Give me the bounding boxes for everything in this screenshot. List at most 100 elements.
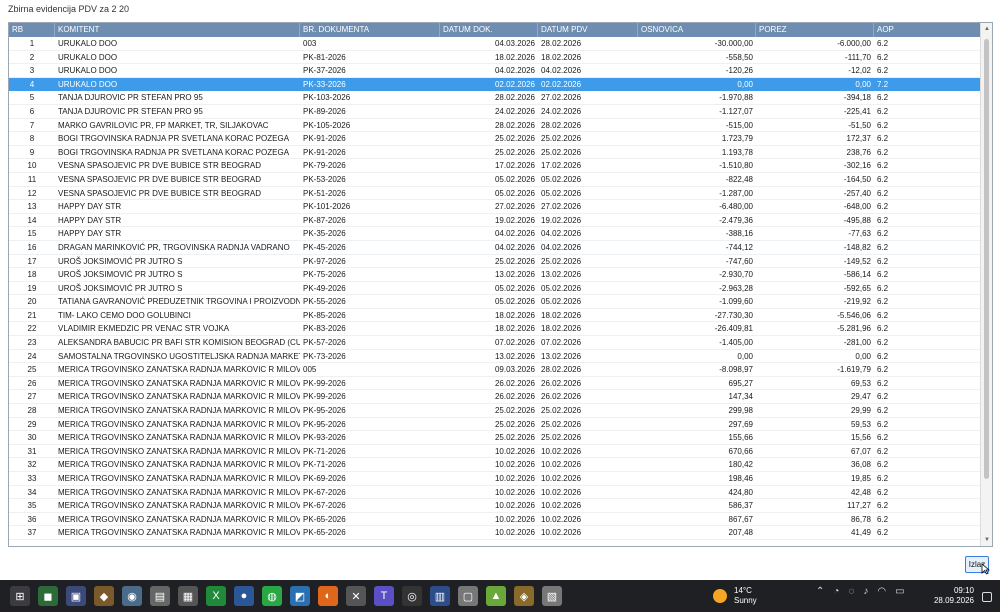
table-row[interactable]: 29 MERICA TRGOVINSKO ZANATSKA RADNJA MARK… [9,418,981,432]
table-row[interactable]: 37 MERICA TRGOVINSKO ZANATSKA RADNJA MARK… [9,526,981,540]
header-col-datum-dok[interactable]: DATUM DOK. [440,23,538,37]
header-col-osnovica[interactable]: OSNOVICA [638,23,756,37]
chevron-up-icon[interactable]: ⌃ [816,586,824,597]
header-col-aop[interactable]: AOP [874,23,981,37]
table-row[interactable]: 18 UROŠ JOKSIMOVIĆ PR JUTRO S PK-75-2026 13… [9,268,981,282]
scrollbar-thumb[interactable] [984,39,989,479]
app-icon-16[interactable]: ▢ [458,586,478,606]
app-icon-3[interactable]: ◆ [94,586,114,606]
cell-komitent: MERICA TRGOVINSKO ZANATSKA RADNJA MARKOV… [55,431,300,445]
app-tray-icon[interactable]: ◔ [833,586,839,597]
table-row[interactable]: 17 UROŠ JOKSIMOVIĆ PR JUTRO S PK-97-2026 25… [9,255,981,269]
cell-br-dokumenta: PK-81-2026 [300,51,440,65]
database-icon[interactable]: ◉ [122,586,142,606]
clock[interactable]: 09:10 28.09.2026 [930,586,974,606]
header-col-komitent[interactable]: KOMITENT [55,23,300,37]
table-row[interactable]: 8 BOGI TRGOVINSKA RADNJA PR SVETLANA KORA… [9,132,981,146]
table-row[interactable]: 4 URUKALO DOO PK-33-2026 02.02.2026 02.02.20… [9,77,981,92]
cell-datum-dok: 19.02.2026 [440,214,538,228]
notifications-icon[interactable] [982,592,992,602]
battery-icon[interactable]: ▭ [895,586,904,597]
table-row[interactable]: 19 UROŠ JOKSIMOVIĆ PR JUTRO S PK-49-2026 05… [9,282,981,296]
table-row[interactable]: 35 MERICA TRGOVINSKO ZANATSKA RADNJA MARK… [9,499,981,513]
cell-aop: 6.2 [874,146,981,160]
header-col-br-dokumenta[interactable]: BR. DOKUMENTA [300,23,440,37]
cell-osnovica: 299,98 [638,404,756,418]
app-icon-6[interactable]: ▦ [178,586,198,606]
app-icon-5[interactable]: ▤ [150,586,170,606]
scroll-down-icon[interactable]: ▼ [983,536,991,544]
cell-datum-dok: 05.02.2026 [440,282,538,296]
photos-icon[interactable]: ◩ [290,586,310,606]
tools-icon[interactable]: ✕ [346,586,366,606]
app-icon-1[interactable]: ◼ [38,586,58,606]
table-row[interactable]: 25 MERICA TRGOVINSKO ZANATSKA RADNJA MARK… [9,363,981,377]
app-icon-14[interactable]: ◎ [402,586,422,606]
chat-icon[interactable]: ◍ [262,586,282,606]
app-icon-17[interactable]: ▲ [486,586,506,606]
table-row[interactable]: 9 BOGI TRGOVINSKA RADNJA PR SVETLANA KORA… [9,146,981,160]
cell-rb: 20 [9,295,55,309]
scroll-up-icon[interactable]: ▲ [983,25,991,33]
app-icon-8[interactable]: ● [234,586,254,606]
table-row[interactable]: 24 SAMOSTALNA TRGOVINSKO UGOSTITELJSKA RA… [9,350,981,364]
cell-br-dokumenta: PK-99-2026 [300,390,440,405]
table-row[interactable]: 27 MERICA TRGOVINSKO ZANATSKA RADNJA MARK… [9,390,981,405]
table-row[interactable]: 15 HAPPY DAY STR PK-35-2026 04.02.2026 04.02… [9,227,981,241]
table-row[interactable]: 33 MERICA TRGOVINSKO ZANATSKA RADNJA MARK… [9,472,981,486]
microphone-icon[interactable]: ♪ [863,586,868,597]
cell-osnovica: -2.963,28 [638,282,756,296]
cell-datum-pdv: 18.02.2026 [538,51,638,65]
table-row[interactable]: 26 MERICA TRGOVINSKO ZANATSKA RADNJA MARK… [9,377,981,391]
cell-datum-dok: 18.02.2026 [440,322,538,337]
table-row[interactable]: 22 VLADIMIR EKMEDZIC PR VENAC STR VOJKA PK… [9,322,981,337]
table-row[interactable]: 31 MERICA TRGOVINSKO ZANATSKA RADNJA MARK… [9,445,981,459]
cell-datum-dok: 27.02.2026 [440,200,538,214]
table-row[interactable]: 2 URUKALO DOO PK-81-2026 18.02.2026 18.02.20… [9,51,981,65]
table-row[interactable]: 36 MERICA TRGOVINSKO ZANATSKA RADNJA MARK… [9,513,981,527]
header-col-rb[interactable]: RB [9,23,55,37]
excel-icon[interactable]: X [206,586,226,606]
vat-records-grid[interactable]: RB KOMITENT BR. DOKUMENTA DATUM DOK. DATUM P… [8,22,993,547]
app-icon-18[interactable]: ◈ [514,586,534,606]
cell-datum-pdv: 10.02.2026 [538,445,638,459]
vertical-scrollbar[interactable]: ▲ ▼ [980,23,992,546]
cell-br-dokumenta: PK-65-2026 [300,513,440,527]
table-row[interactable]: 23 ALEKSANDRA BABUCIC PR BAFI STR KOMISIO… [9,336,981,350]
cell-rb: 29 [9,418,55,432]
cell-komitent: MERICA TRGOVINSKO ZANATSKA RADNJA MARKOV… [55,418,300,432]
cell-komitent: TATIANA GAVRANOVIĆ PREDUZETNIK TRGOVINA … [55,295,300,309]
table-row[interactable]: 16 DRAGAN MARINKOVIĆ PR, TRGOVINSKA RADNJ… [9,241,981,255]
teams-icon[interactable]: T [374,586,394,606]
table-row[interactable]: 28 MERICA TRGOVINSKO ZANATSKA RADNJA MARK… [9,404,981,418]
table-row[interactable]: 5 TANJA DJUROVIC PR STEFAN PRO 95 PK-103-2… [9,91,981,105]
table-row[interactable]: 21 TIM- LAKO CEMO DOO GOLUBINCI PK-85-2026… [9,309,981,323]
header-col-porez[interactable]: POREZ [756,23,874,37]
table-row[interactable]: 12 VESNA SPASOJEVIC PR DVE BUBICE STR BEO… [9,187,981,201]
header-col-datum-pdv[interactable]: DATUM PDV [538,23,638,37]
table-row[interactable]: 30 MERICA TRGOVINSKO ZANATSKA RADNJA MARK… [9,431,981,445]
table-row[interactable]: 6 TANJA DJUROVIC PR STEFAN PRO 95 PK-89-20… [9,105,981,119]
table-row[interactable]: 32 MERICA TRGOVINSKO ZANATSKA RADNJA MARK… [9,458,981,472]
table-row[interactable]: 3 URUKALO DOO PK-37-2026 04.02.2026 04.02.20… [9,64,981,78]
document-icon[interactable]: ▥ [430,586,450,606]
table-row[interactable]: 14 HAPPY DAY STR PK-87-2026 19.02.2026 19.02… [9,214,981,228]
wifi-icon[interactable]: ◠ [877,586,886,597]
cell-komitent: URUKALO DOO [55,64,300,78]
table-row[interactable]: 34 MERICA TRGOVINSKO ZANATSKA RADNJA MARK… [9,486,981,500]
table-row[interactable]: 7 MARKO GAVRILOVIC PR, FP MARKET, TR, SIL… [9,119,981,133]
table-row[interactable]: 10 VESNA SPASOJEVIC PR DVE BUBICE STR BEO… [9,159,981,173]
sync-icon[interactable]: ◌ [848,586,854,597]
firefox-icon[interactable]: ◐ [318,586,338,606]
app-icon-19[interactable]: ▧ [542,586,562,606]
table-row[interactable]: 20 TATIANA GAVRANOVIĆ PREDUZETNIK TRGOVIN… [9,295,981,309]
start-icon[interactable]: ⊞ [10,586,30,606]
table-row[interactable]: 11 VESNA SPASOJEVIC PR DVE BUBICE STR BEO… [9,173,981,187]
app-window: Zbirna evidencija PDV za 2 20 RB KOMITENT… [0,0,1000,612]
cell-datum-pdv: 07.02.2026 [538,336,638,350]
weather-widget[interactable]: 14°C Sunny [713,586,757,606]
table-row[interactable]: 1 URUKALO DOO 003 04.03.2026 28.02.2026 -30.0… [9,37,981,51]
cell-osnovica: -120,26 [638,64,756,78]
save-icon[interactable]: ▣ [66,586,86,606]
table-row[interactable]: 13 HAPPY DAY STR PK-101-2026 27.02.2026 27.0… [9,200,981,214]
